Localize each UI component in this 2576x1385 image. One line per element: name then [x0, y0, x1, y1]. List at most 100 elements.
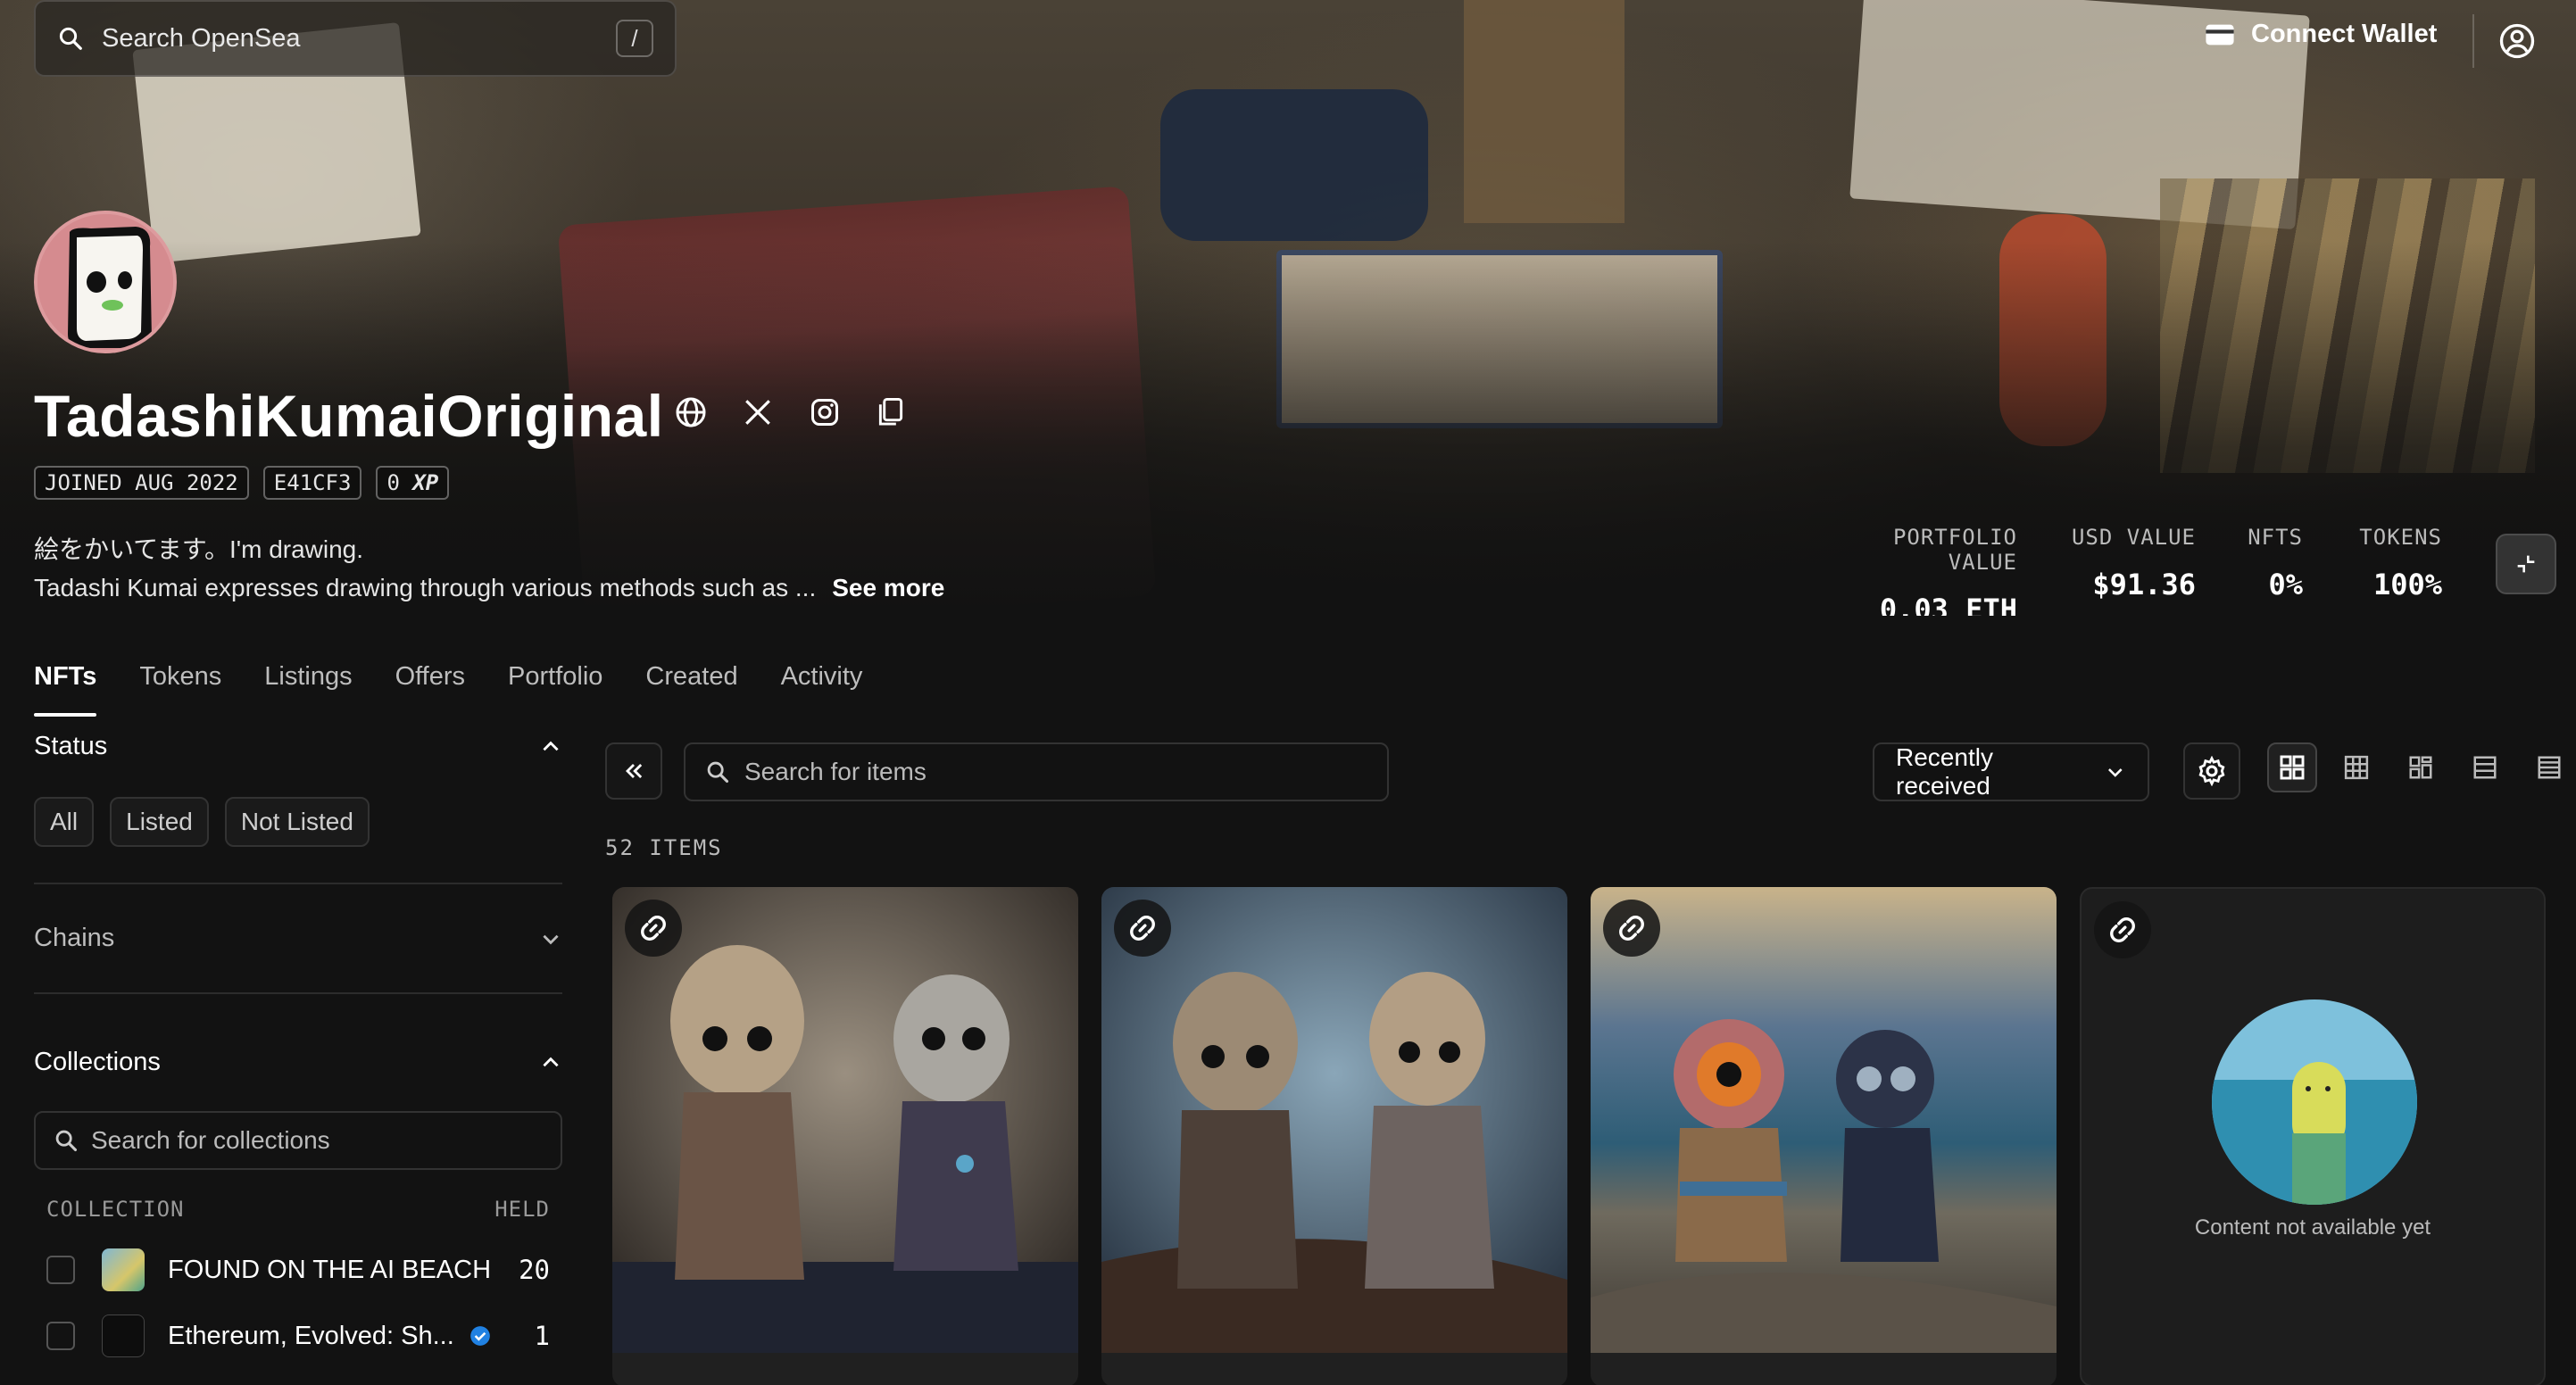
profile-banner: Search OpenSea / Connect Wallet TadashiK… — [0, 0, 2576, 616]
nft-card[interactable]: Content not available yet — [2080, 887, 2546, 1385]
sort-dropdown[interactable]: Recently received — [1873, 742, 2149, 801]
nft-card[interactable] — [1101, 887, 1567, 1385]
instagram-link[interactable] — [809, 396, 841, 433]
collections-table-header: COLLECTION HELD — [34, 1197, 562, 1222]
grid-mixed-icon — [2409, 756, 2432, 779]
collections-section-header[interactable]: Collections — [34, 1048, 562, 1077]
xp-label: XP — [412, 470, 439, 495]
link-icon — [1130, 916, 1155, 941]
stat-value: 100% — [2372, 568, 2442, 601]
collections-search-input[interactable]: Search for collections — [34, 1111, 562, 1170]
collection-thumbnail — [102, 1315, 145, 1357]
collection-checkbox[interactable] — [46, 1256, 75, 1284]
banner-pouch — [1160, 89, 1428, 241]
tab-offers[interactable]: Offers — [395, 662, 465, 692]
linked-nft-badge — [1114, 900, 1171, 957]
xp-badge: 0 XP — [376, 466, 450, 500]
grid-large-icon — [2280, 755, 2305, 780]
items-toolbar: Search for items Recently received — [605, 742, 2561, 803]
status-chips: All Listed Not Listed — [34, 797, 562, 847]
nft-image — [1101, 887, 1567, 1353]
items-search-input[interactable]: Search for items — [684, 742, 1389, 801]
profile-tabs: NFTs Tokens Listings Offers Portfolio Cr… — [34, 662, 863, 717]
social-links — [675, 396, 905, 433]
header-divider — [2472, 14, 2474, 68]
global-search-placeholder: Search OpenSea — [102, 23, 301, 53]
global-search-input[interactable]: Search OpenSea / — [34, 0, 677, 77]
content-unavailable-text: Content not available yet — [2194, 1215, 2431, 1240]
nft-grid: Content not available yet — [612, 887, 2546, 1385]
search-icon — [59, 27, 82, 50]
collection-held: 1 — [534, 1321, 550, 1351]
nft-card[interactable] — [612, 887, 1078, 1385]
x-icon — [745, 400, 770, 425]
display-settings-button[interactable] — [2183, 742, 2240, 800]
status-chip-all[interactable]: All — [34, 797, 95, 847]
link-icon — [1619, 916, 1644, 941]
xp-value: 0 — [386, 470, 400, 495]
collection-checkbox[interactable] — [46, 1322, 75, 1350]
see-more-link[interactable]: See more — [832, 574, 944, 601]
nft-artwork-dolls — [612, 887, 1078, 1353]
chevron-down-icon — [2108, 768, 2123, 777]
website-link[interactable] — [675, 396, 707, 433]
account-button[interactable] — [2499, 23, 2535, 63]
nft-image-placeholder: Content not available yet — [2082, 889, 2544, 1355]
collapse-sidebar-button[interactable] — [605, 742, 662, 800]
status-section-header[interactable]: Status — [34, 732, 562, 761]
tab-created[interactable]: Created — [645, 662, 737, 692]
collapse-banner-button[interactable] — [2496, 534, 2556, 594]
linked-nft-badge — [625, 900, 682, 957]
connect-wallet-button[interactable]: Connect Wallet — [2205, 20, 2437, 49]
tab-portfolio[interactable]: Portfolio — [508, 662, 602, 692]
view-mixed-grid-button[interactable] — [2396, 742, 2446, 792]
link-icon — [641, 916, 666, 941]
view-list-button[interactable] — [2524, 742, 2574, 792]
stat-label: NFTS — [2248, 525, 2303, 550]
user-icon — [2499, 23, 2535, 59]
chains-section-header[interactable]: Chains — [34, 924, 562, 953]
bio-line-1: 絵をかいてます。I'm drawing. — [34, 535, 364, 563]
copy-address-button[interactable] — [877, 396, 905, 433]
avatar[interactable] — [34, 211, 177, 353]
list-icon — [2538, 756, 2561, 779]
collection-name: Ethereum, Evolved: Sh... — [168, 1321, 454, 1350]
stat-label: TOKENS — [2359, 525, 2442, 550]
x-link[interactable] — [743, 397, 773, 432]
profile-name: TadashiKumaiOriginal — [34, 383, 664, 449]
double-chevron-left-icon — [626, 764, 643, 778]
address-badge[interactable]: E41CF3 — [262, 466, 362, 500]
search-shortcut-key: / — [616, 20, 653, 57]
view-mode-toggle — [2267, 742, 2574, 792]
nft-artwork-beach-robots — [1591, 887, 2057, 1353]
filter-sidebar: Status All Listed Not Listed Chains Coll… — [34, 732, 562, 1357]
tab-listings[interactable]: Listings — [264, 662, 352, 692]
divider — [34, 992, 562, 994]
status-chip-listed[interactable]: Listed — [110, 797, 209, 847]
connect-wallet-label: Connect Wallet — [2251, 20, 2438, 48]
tab-tokens[interactable]: Tokens — [139, 662, 221, 692]
instagram-icon — [811, 399, 838, 426]
stat-value: 0% — [2268, 568, 2303, 601]
globe-icon — [676, 397, 706, 427]
status-chip-not-listed[interactable]: Not Listed — [224, 797, 370, 847]
collection-row[interactable]: FOUND ON THE AI BEACH 20 — [34, 1248, 562, 1291]
grid-small-icon — [2344, 755, 2369, 780]
divider — [34, 883, 562, 884]
list-compact-icon — [2473, 756, 2497, 779]
joined-badge: JOINED AUG 2022 — [34, 466, 249, 500]
status-title: Status — [34, 732, 108, 760]
tab-nfts[interactable]: NFTs — [34, 662, 97, 717]
view-compact-list-button[interactable] — [2460, 742, 2510, 792]
nft-card[interactable] — [1591, 887, 2057, 1385]
chevron-up-icon — [543, 741, 559, 751]
bio-line-2-text: Tadashi Kumai expresses drawing through … — [34, 574, 817, 601]
verified-badge-icon — [469, 1326, 490, 1346]
profile-badges: JOINED AUG 2022 E41CF3 0 XP — [34, 466, 450, 500]
tab-activity[interactable]: Activity — [781, 662, 863, 692]
view-small-grid-button[interactable] — [2331, 742, 2381, 792]
chains-title: Chains — [34, 924, 115, 952]
collection-row[interactable]: Ethereum, Evolved: Sh... 1 — [34, 1315, 562, 1357]
view-large-grid-button[interactable] — [2267, 742, 2317, 792]
chevron-down-icon — [543, 934, 559, 944]
